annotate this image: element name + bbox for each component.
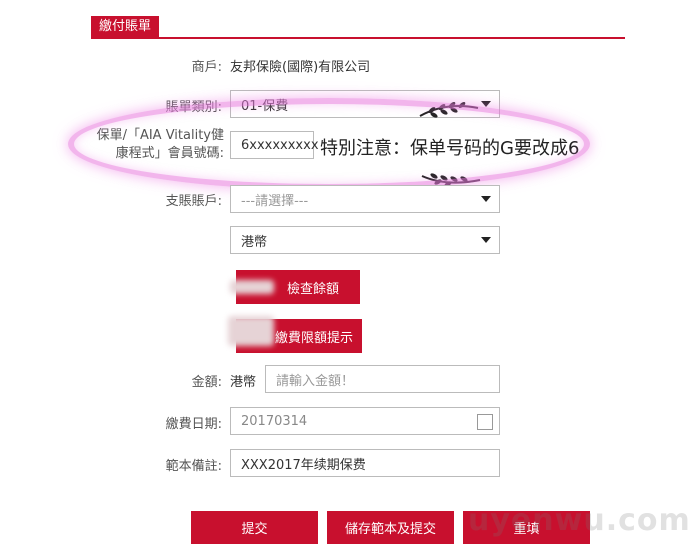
merchant-label: 商戶: — [191, 60, 222, 75]
section-divider — [91, 37, 625, 39]
save-and-submit-label: 儲存範本及提交 — [344, 522, 436, 537]
account-label: 支賬賬戶: — [165, 194, 222, 209]
pay-date-value: 20170314 — [241, 413, 308, 429]
remark-value: XXX2017年续期保费 — [241, 457, 366, 473]
pay-date-input[interactable]: 20170314 — [230, 407, 500, 435]
chevron-down-icon — [481, 237, 491, 243]
amount-currency: 港幣 — [230, 375, 257, 390]
amount-label: 金額: — [191, 375, 222, 390]
account-placeholder: ---請選擇--- — [241, 193, 309, 209]
limit-tip-label: 繳費限額提示 — [274, 330, 353, 346]
merchant-value: 友邦保險(國際)有限公司 — [230, 60, 371, 75]
remark-label: 範本備註: — [165, 459, 222, 474]
submit-label: 提交 — [241, 522, 268, 537]
chevron-down-icon — [481, 196, 491, 202]
section-tab: 繳付賬單 — [91, 16, 159, 38]
account-select[interactable]: ---請選擇--- — [230, 185, 500, 213]
highlight-ellipse — [68, 98, 590, 190]
currency-select[interactable]: 港幣 — [230, 226, 500, 254]
pay-date-label: 繳費日期: — [165, 417, 222, 432]
watermark: uyenwu.com — [468, 503, 690, 538]
redaction-blur — [228, 316, 274, 346]
redaction-blur — [230, 280, 274, 294]
check-balance-label: 檢查餘額 — [286, 281, 339, 297]
submit-button[interactable]: 提交 — [191, 511, 318, 544]
calendar-icon[interactable] — [477, 414, 493, 430]
amount-input[interactable]: 請輸入金額！ — [265, 365, 500, 393]
save-and-submit-button[interactable]: 儲存範本及提交 — [327, 511, 454, 544]
remark-input[interactable]: XXX2017年续期保费 — [230, 449, 500, 477]
currency-value: 港幣 — [241, 234, 268, 250]
amount-placeholder: 請輸入金額！ — [276, 373, 355, 389]
